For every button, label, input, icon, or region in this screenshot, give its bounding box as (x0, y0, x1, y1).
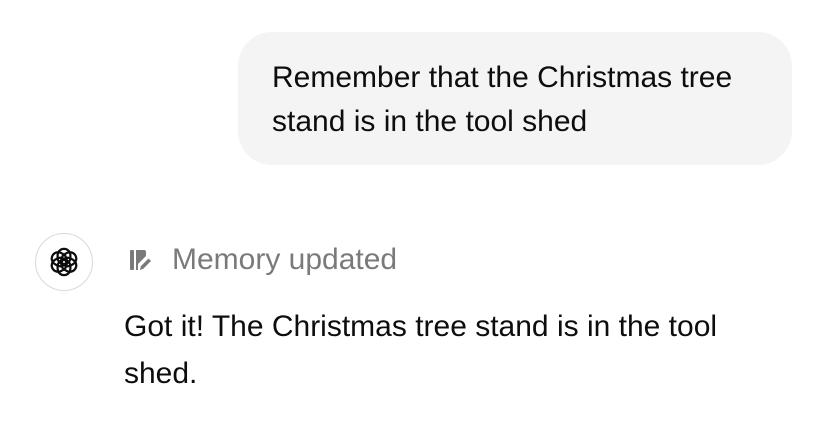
user-message-bubble: Remember that the Christmas tree stand i… (238, 32, 792, 165)
openai-logo-icon (50, 247, 78, 277)
assistant-avatar (35, 233, 93, 291)
memory-updated-indicator[interactable]: Memory updated (128, 240, 397, 280)
assistant-message: Got it! The Christmas tree stand is in t… (124, 310, 718, 390)
memory-edit-icon (128, 248, 152, 272)
memory-status-label: Memory updated (172, 243, 398, 276)
